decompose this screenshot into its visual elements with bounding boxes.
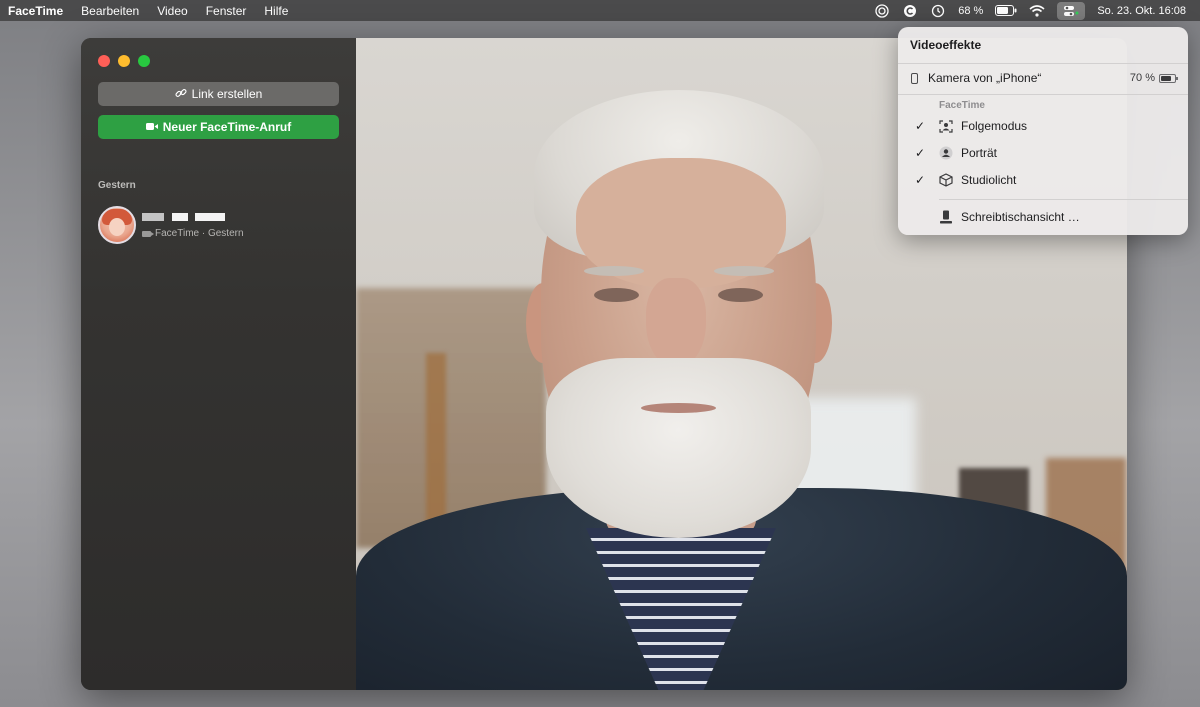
control-center-icon[interactable]: [1057, 1, 1086, 20]
effect-label: Folgemodus: [961, 119, 1028, 133]
effect-studio-light[interactable]: ✓ Studiolicht: [898, 167, 1188, 193]
camera-source-label: Kamera von „iPhone“: [928, 71, 1042, 85]
person-brow-right: [714, 266, 774, 276]
wifi-icon[interactable]: [1029, 4, 1045, 18]
recent-call-subtitle: FaceTime · Gestern: [142, 228, 244, 239]
facetime-group-label: FaceTime: [939, 100, 985, 111]
section-yesterday: Gestern: [98, 180, 136, 191]
menu-bearbeiten[interactable]: Bearbeiten: [81, 4, 139, 18]
create-link-label: Link erstellen: [191, 87, 263, 101]
camera-battery-percent: 70 %: [1129, 72, 1155, 84]
sidebar: Link erstellen Neuer FaceTime-Anruf Gest…: [81, 38, 356, 690]
menu-fenster[interactable]: Fenster: [206, 4, 247, 18]
menu-hilfe[interactable]: Hilfe: [264, 4, 288, 18]
redacted-name: [172, 213, 188, 221]
person-mouth: [641, 403, 716, 413]
menu-extras: 68 % So. 23. Okt. 16:08: [874, 0, 1186, 21]
popover-title: Videoeffekte: [910, 38, 982, 52]
window-controls: [98, 55, 150, 67]
fingerprint-icon[interactable]: [874, 3, 890, 18]
new-call-label: Neuer FaceTime-Anruf: [162, 120, 292, 134]
avatar: [98, 206, 136, 244]
portrait-icon: [939, 146, 953, 160]
effect-portrait[interactable]: ✓ Porträt: [898, 140, 1188, 166]
person-beard: [546, 358, 811, 538]
divider: [898, 63, 1188, 64]
divider: [939, 199, 1188, 200]
video-camera-icon: [145, 120, 158, 134]
menu-video[interactable]: Video: [157, 4, 187, 18]
effect-label: Studiolicht: [961, 173, 1017, 187]
recent-call-item[interactable]: FaceTime · Gestern: [98, 206, 339, 246]
center-stage-icon: [939, 119, 953, 133]
iphone-icon: [911, 73, 918, 84]
camera-source-row[interactable]: Kamera von „iPhone“ 70 %: [898, 65, 1188, 91]
battery-icon: [1159, 73, 1178, 83]
time-machine-icon[interactable]: [930, 4, 946, 18]
create-link-button[interactable]: Link erstellen: [98, 82, 339, 106]
person-nose: [646, 278, 706, 368]
battery-icon[interactable]: [995, 4, 1017, 18]
checkmark-icon: ✓: [915, 173, 926, 187]
person-brow-left: [584, 266, 644, 276]
menu-app-name[interactable]: FaceTime: [8, 4, 63, 18]
zoom-button[interactable]: [138, 55, 150, 67]
redacted-name: [142, 213, 164, 221]
desk-view-icon: [939, 210, 953, 224]
close-button[interactable]: [98, 55, 110, 67]
video-effects-popover: Videoeffekte Kamera von „iPhone“ 70 % Fa…: [898, 27, 1188, 235]
menu-clock[interactable]: So. 23. Okt. 16:08: [1097, 5, 1186, 17]
person-eye-left: [594, 288, 639, 302]
checkmark-icon: ✓: [915, 119, 926, 133]
video-camera-icon: [142, 230, 154, 237]
redacted-name: [195, 213, 225, 221]
minimize-button[interactable]: [118, 55, 130, 67]
desk-view-label: Schreibtischansicht …: [961, 210, 1080, 224]
circle-c-icon[interactable]: [902, 4, 918, 18]
checkmark-icon: ✓: [915, 146, 926, 160]
desk-view-item[interactable]: Schreibtischansicht …: [898, 204, 1188, 230]
menu-bar: FaceTime Bearbeiten Video Fenster Hilfe …: [0, 0, 1200, 21]
recent-call-meta: FaceTime · Gestern: [155, 228, 244, 239]
new-facetime-call-button[interactable]: Neuer FaceTime-Anruf: [98, 115, 339, 139]
link-icon: [175, 87, 187, 102]
cube-icon: [939, 173, 953, 187]
effect-center-stage[interactable]: ✓ Folgemodus: [898, 113, 1188, 139]
battery-percent: 68 %: [958, 4, 984, 17]
divider: [898, 94, 1188, 95]
person-eye-right: [718, 288, 763, 302]
effect-label: Porträt: [961, 146, 998, 160]
